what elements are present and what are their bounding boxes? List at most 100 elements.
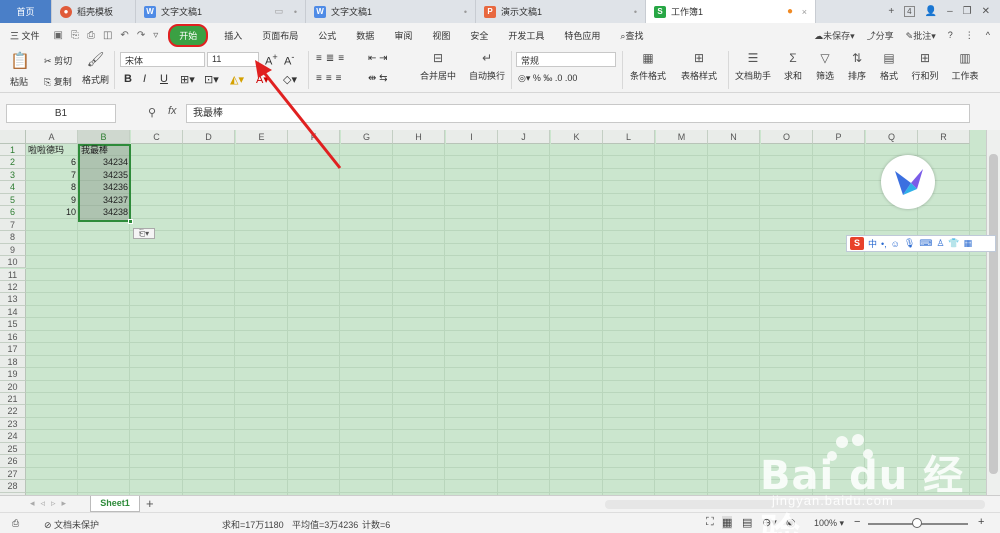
cell-a6[interactable]: 10 [28,207,76,218]
cell-b6[interactable]: 34238 [80,207,128,218]
fill-color-button[interactable]: ◭▾ [230,73,244,86]
tab-home[interactable]: 首页 [0,0,52,23]
tab-dot-icon[interactable]: • [464,7,467,17]
tab-dot-icon[interactable]: • [294,7,297,17]
toolbox-icon[interactable]: ▦ [964,238,973,249]
row-header-11[interactable]: 11 [0,268,26,281]
menu-file[interactable]: 三 文件 [0,29,50,42]
column-header-g[interactable]: G [341,130,393,144]
column-header-q[interactable]: Q [866,130,918,144]
merge-center-button[interactable]: ⊟ 合并居中 [416,51,460,82]
cut-button[interactable]: ✂ 剪切 [44,54,72,67]
tab-doc2[interactable]: W 文字文稿1 • [306,0,476,23]
row-header-4[interactable]: 4 [0,181,26,194]
page-layout-icon[interactable]: ▤ [742,516,752,529]
bird-assistant-icon[interactable] [881,155,935,209]
font-name-select[interactable]: 宋体 [120,52,205,67]
row-header-16[interactable]: 16 [0,330,26,344]
column-header-k[interactable]: K [551,130,603,144]
tab-dev-tools[interactable]: 开发工具 [498,29,554,42]
row-header-12[interactable]: 12 [0,280,26,294]
tab-dot-icon[interactable]: • [634,7,637,17]
format-painter-button[interactable]: 🖌 格式刷 [82,51,109,86]
close-icon[interactable]: × [802,7,807,17]
column-header-r[interactable]: R [918,130,970,144]
comment-button[interactable]: ✎批注▾ [906,29,936,42]
status-screen-icon[interactable]: ⎙ [12,518,19,529]
paste-button[interactable]: 📋 粘贴 [10,51,30,88]
tab-formula[interactable]: 公式 [308,29,346,42]
tab-workbook[interactable]: S 工作簿1 ● × [646,0,816,23]
row-header-17[interactable]: 17 [0,343,26,356]
cell-a5[interactable]: 9 [28,195,76,206]
row-header-24[interactable]: 24 [0,430,26,443]
shrink-font-button[interactable]: A- [284,52,294,68]
row-header-10[interactable]: 10 [0,256,26,269]
ime-mode-label[interactable]: 中 [868,237,877,250]
paste-options-icon[interactable]: ⎗▾ [133,228,155,239]
export-icon[interactable]: ⎘ [67,30,83,41]
row-header-15[interactable]: 15 [0,318,26,331]
halign-buttons[interactable]: ≡≡≡ [316,73,346,84]
skin-icon[interactable]: 👕 [948,238,959,249]
border-button[interactable]: ⊞▾ [180,73,195,86]
cell-style-button[interactable]: ⊡▾ [204,73,219,86]
tab-template[interactable]: ● 稻壳模板 [52,0,136,23]
row-header-9[interactable]: 9 [0,243,26,257]
column-header-m[interactable]: M [656,130,708,144]
row-header-3[interactable]: 3 [0,168,26,182]
row-header-8[interactable]: 8 [0,231,26,244]
distribute-buttons[interactable]: ⇹ ⇆ [368,73,388,84]
collapse-ribbon-icon[interactable]: ^ [986,30,990,40]
tab-doc1[interactable]: W 文字文稿1 ▭ • [136,0,306,23]
formula-input[interactable]: 我最棒 [186,104,970,123]
tab-page-layout[interactable]: 页面布局 [252,29,308,42]
indent-buttons[interactable]: ⇤ ⇥ [368,53,388,64]
keyboard-icon[interactable]: ⌨ [919,238,932,249]
search-button[interactable]: ⌕查找 [610,29,653,42]
fullscreen-icon[interactable]: ⛶ [706,516,714,529]
sort-button[interactable]: ⇅ 排序 [844,51,870,82]
number-format-select[interactable]: 常规 [516,52,616,67]
mic-icon[interactable]: 🎙 [904,238,915,249]
column-header-b[interactable]: B [78,130,130,144]
sum-button[interactable]: Σ 求和 [780,51,806,82]
worksheet-button[interactable]: ▥ 工作表 [948,51,982,82]
row-header-28[interactable]: 28 [0,480,26,493]
row-header-18[interactable]: 18 [0,355,26,369]
row-header-6[interactable]: 6 [0,206,26,219]
tab-view[interactable]: 视图 [422,29,460,42]
name-box[interactable]: B1 [6,104,116,123]
tab-start[interactable]: 开始 [168,23,209,47]
format-button[interactable]: ▤ 格式 [876,51,902,82]
print-preview-icon[interactable]: ◫ [99,30,116,41]
help-icon[interactable]: ? [948,30,953,40]
filter-button[interactable]: ▽ 筛选 [812,51,838,82]
italic-button[interactable]: I [143,73,146,85]
share-button[interactable]: ⤴分享 [867,29,894,42]
redo-icon[interactable]: ↷ [133,30,149,41]
sheet-nav-icons[interactable]: ◂◃▹▸ [30,498,72,509]
ime-toolbar[interactable]: S 中 •, ☺ 🎙 ⌨ ♙ 👕 ▦ [846,235,996,252]
row-col-button[interactable]: ⊞ 行和列 [908,51,942,82]
row-header-5[interactable]: 5 [0,193,26,207]
more-icon[interactable]: ⋮ [965,30,974,41]
protect-status[interactable]: ⊘ 文档未保护 [44,518,99,531]
close-window-icon[interactable]: ✕ [982,6,990,17]
tab-insert[interactable]: 插入 [214,29,252,42]
cell-a3[interactable]: 7 [28,170,76,181]
grow-font-button[interactable]: A+ [265,52,278,68]
row-header-26[interactable]: 26 [0,455,26,468]
clear-button[interactable]: ◇▾ [283,73,297,86]
column-header-h[interactable]: H [393,130,445,144]
new-tab-icon[interactable]: + [888,6,894,17]
column-header-i[interactable]: I [446,130,498,144]
column-header-j[interactable]: J [498,130,550,144]
cell-b5[interactable]: 34237 [80,195,128,206]
tab-security[interactable]: 安全 [460,29,498,42]
tab-review[interactable]: 审阅 [384,29,422,42]
tab-data[interactable]: 数据 [346,29,384,42]
row-header-1[interactable]: 1 [0,144,26,157]
row-header-23[interactable]: 23 [0,417,26,431]
conditional-format-button[interactable]: ▦ 条件格式 [626,51,670,82]
